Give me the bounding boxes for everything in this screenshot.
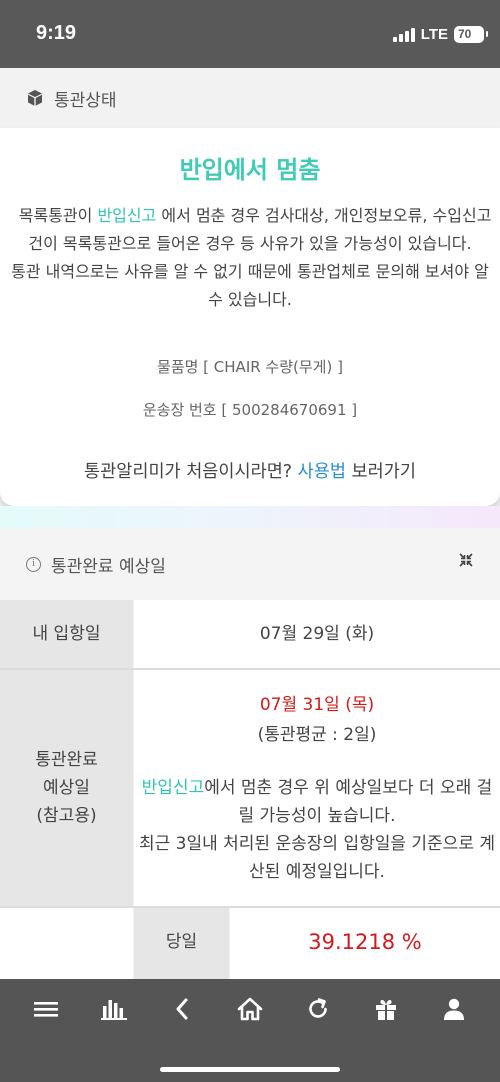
eta-value: 07월 31일 (목) (통관평균 : 2일) 반입신고에서 멈춘 경우 위 예… bbox=[134, 670, 500, 906]
refresh-icon[interactable] bbox=[298, 991, 338, 1027]
battery-icon: 70 bbox=[454, 26, 488, 43]
usage-guide-link[interactable]: 사용법 bbox=[298, 462, 346, 482]
info-icon: i bbox=[26, 556, 41, 572]
table-row: 내 입항일 07월 29일 (화) bbox=[0, 600, 500, 668]
network-label: LTE bbox=[420, 26, 448, 43]
eta-title: 통관완료 예상일 bbox=[51, 556, 166, 577]
home-indicator bbox=[160, 1067, 340, 1072]
report-link[interactable]: 반입신고 bbox=[97, 206, 156, 225]
eta-note-text: 에서 멈춘 경우 위 예상일보다 더 오래 걸릴 가능성이 높습니다. bbox=[204, 778, 493, 826]
arrival-value: 07월 29일 (화) bbox=[134, 600, 500, 668]
cube-icon bbox=[26, 89, 44, 107]
table-row: 통관완료 예상일 (참고용) 07월 31일 (목) (통관평균 : 2일) 반… bbox=[0, 670, 500, 906]
eta-label-line: 예상일 bbox=[43, 778, 90, 798]
item-name: 물품명 [ CHAIR 수량(무게) ] bbox=[157, 358, 343, 376]
waybill-number: 운송장 번호 [ 500284670691 ] bbox=[142, 401, 358, 419]
user-icon[interactable] bbox=[434, 991, 474, 1027]
status-bar: 9:19 LTE 70 bbox=[0, 0, 500, 68]
menu-icon[interactable] bbox=[26, 991, 66, 1027]
eta-label: 통관완료 예상일 (참고용) bbox=[0, 670, 133, 906]
home-icon[interactable] bbox=[230, 991, 270, 1027]
same-day-row: 당일 39.1218 % bbox=[134, 908, 500, 980]
bottom-nav bbox=[0, 979, 500, 1082]
eta-note: 반입신고에서 멈춘 경우 위 예상일보다 더 오래 걸릴 가능성이 높습니다. bbox=[136, 774, 498, 830]
eta-label-line: (참고용) bbox=[36, 806, 97, 826]
status-indicators: LTE 70 bbox=[392, 26, 488, 43]
chart-icon[interactable] bbox=[94, 991, 134, 1027]
arrival-label: 내 입항일 bbox=[0, 600, 133, 668]
eta-date: 07월 31일 (목) bbox=[259, 695, 375, 715]
nav-items bbox=[0, 991, 500, 1027]
gift-icon[interactable] bbox=[366, 991, 406, 1027]
table-row: 당일 39.1218 % bbox=[0, 908, 500, 980]
status-card: 반입에서 멈춤 목록통관이 반입신고 에서 멈춘 경우 검사대상, 개인정보오류… bbox=[0, 128, 500, 506]
eta-report-link[interactable]: 반입신고 bbox=[142, 778, 205, 798]
signal-icon bbox=[392, 27, 415, 42]
usage-guide: 통관알리미가 처음이시라면? 사용법 보러가기 bbox=[0, 458, 500, 483]
eta-label-line: 통관완료 bbox=[35, 750, 98, 770]
customs-status-title: 통관상태 bbox=[54, 90, 117, 111]
guide-suffix: 보러가기 bbox=[345, 462, 416, 482]
same-day-value: 39.1218 % bbox=[230, 908, 500, 980]
customs-status-header: 통관상태 bbox=[0, 68, 500, 128]
eta-header[interactable]: i 통관완료 예상일 bbox=[0, 528, 500, 600]
status-title: 반입에서 멈춤 bbox=[179, 156, 321, 184]
status-description: 목록통관이 반입신고 에서 멈춘 경우 검사대상, 개인정보오류, 수입신고건이… bbox=[4, 202, 496, 314]
status-desc-paragraph-1: 목록통관이 반입신고 에서 멈춘 경우 검사대상, 개인정보오류, 수입신고건이… bbox=[4, 202, 496, 258]
collapse-icon[interactable] bbox=[458, 552, 474, 573]
eta-note-2: 최근 3일내 처리된 운송장의 입항일을 기준으로 계산된 예정일입니다. bbox=[138, 834, 496, 882]
eta-average: (통관평균 : 2일) bbox=[257, 725, 377, 745]
status-desc-paragraph-2: 통관 내역으로는 사유를 알 수 없기 때문에 통관업체로 문의해 보셔야 알 … bbox=[11, 262, 489, 309]
back-icon[interactable] bbox=[162, 991, 202, 1027]
status-time: 9:19 bbox=[36, 22, 77, 44]
same-day-label: 당일 bbox=[134, 908, 229, 980]
guide-prefix: 통관알리미가 처음이시라면? bbox=[84, 462, 298, 482]
empty-label-cell bbox=[0, 908, 133, 980]
desc-prefix: 목록통관이 bbox=[18, 206, 98, 225]
